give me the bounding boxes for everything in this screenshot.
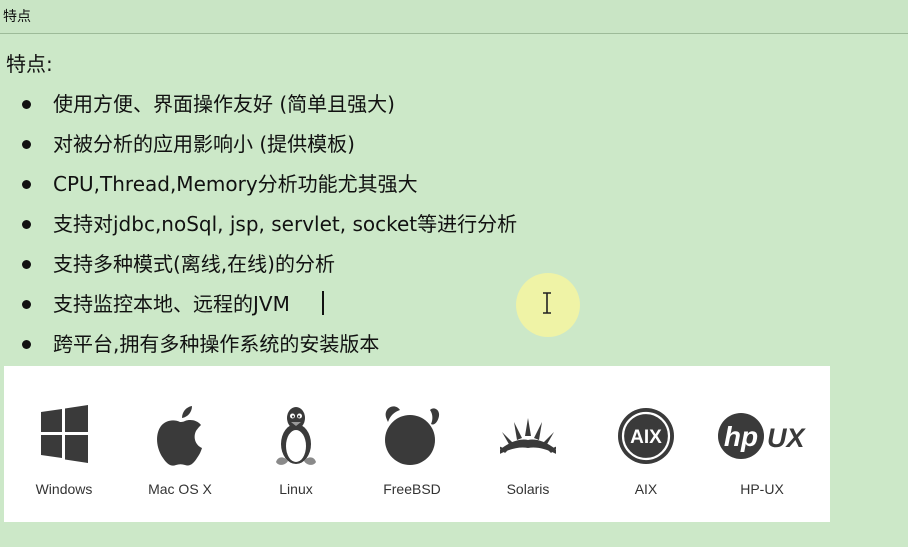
platform-linux: Linux [241,366,351,522]
platform-label: Windows [35,481,93,497]
bullet-icon [22,100,31,109]
platform-panel: Windows Mac OS X Linux FreeBSD Solaris A… [4,366,830,522]
platform-label: Solaris [506,481,550,497]
ibeam-cursor-icon [543,292,551,314]
tux-penguin-icon [276,407,316,465]
platform-windows: Windows [9,366,119,522]
platform-solaris: Solaris [473,366,583,522]
apple-logo-icon [157,406,202,466]
feature-text: 支持对jdbc,noSql, jsp, servlet, socket等进行分析 [53,212,518,236]
bullet-icon [22,180,31,189]
platform-macos: Mac OS X [125,366,235,522]
bullet-icon [22,140,31,149]
platform-label: FreeBSD [383,481,441,497]
feature-text: 支持多种模式(离线,在线)的分析 [53,252,335,276]
text-caret [322,291,324,315]
feature-text: CPU,Thread,Memory分析功能尤其强大 [53,172,418,196]
bullet-icon [22,220,31,229]
platform-label: HP-UX [740,481,784,497]
platform-hpux: hp UX HP-UX [707,366,817,522]
feature-list: 使用方便、界面操作友好 (简单且强大) 对被分析的应用影响小 (提供模板) CP… [0,84,900,364]
window-title-bar: 特点 [0,0,908,34]
feature-text: 支持监控本地、远程的JVM [53,292,290,316]
feature-text: 跨平台,拥有多种操作系统的安装版本 [53,332,380,356]
windows-logo-icon [41,405,88,463]
feature-item: 支持对jdbc,noSql, jsp, servlet, socket等进行分析 [0,204,900,244]
platform-freebsd: FreeBSD [357,366,467,522]
feature-item: CPU,Thread,Memory分析功能尤其强大 [0,164,900,204]
feature-item: 支持多种模式(离线,在线)的分析 [0,244,900,284]
solaris-logo-icon [500,418,556,454]
platform-aix: AIX AIX [591,366,701,522]
freebsd-logo-icon [385,406,440,465]
bullet-icon [22,340,31,349]
platform-label: Linux [279,481,313,497]
platform-label: Mac OS X [148,481,212,497]
window-title: 特点 [3,9,31,25]
bullet-icon [22,300,31,309]
feature-item: 跨平台,拥有多种操作系统的安装版本 [0,324,900,364]
svg-text:AIX: AIX [630,427,662,448]
feature-item: 对被分析的应用影响小 (提供模板) [0,124,900,164]
hp-ux-logo-icon: hp UX [718,413,806,459]
svg-text:hp: hp [724,421,758,452]
bullet-icon [22,260,31,269]
section-heading: 特点: [6,52,53,76]
platform-label: AIX [634,481,658,497]
feature-text: 对被分析的应用影响小 (提供模板) [53,132,355,156]
feature-item: 支持监控本地、远程的JVM [0,284,900,324]
feature-text: 使用方便、界面操作友好 (简单且强大) [53,92,395,116]
aix-logo-icon: AIX [618,408,674,464]
feature-item: 使用方便、界面操作友好 (简单且强大) [0,84,900,124]
svg-text:UX: UX [767,423,806,453]
